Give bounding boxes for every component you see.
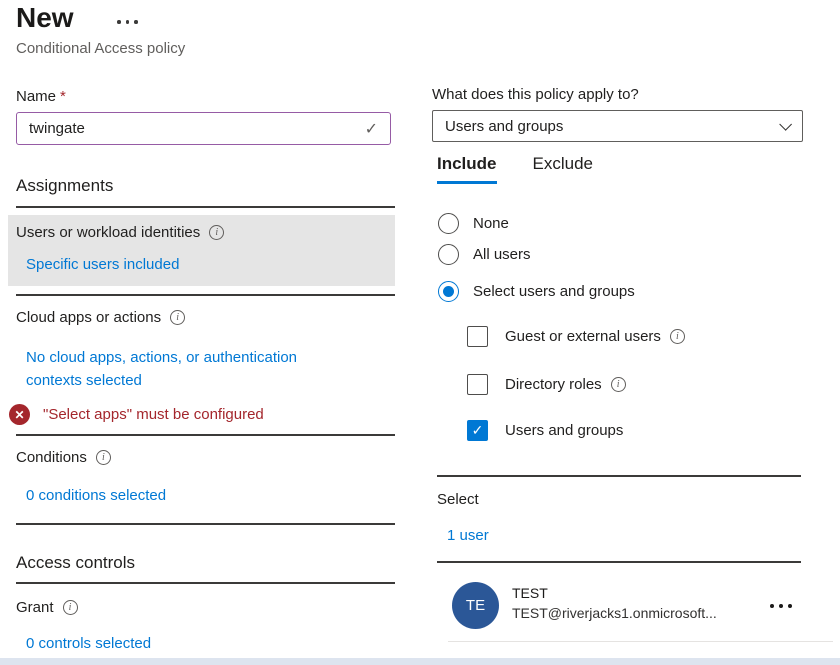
cloud-apps-link[interactable]: No cloud apps, actions, or authenticatio… [26, 346, 346, 392]
radio-none[interactable]: None [438, 213, 509, 234]
page-subtitle: Conditional Access policy [16, 40, 185, 57]
radio-selected-icon [438, 281, 459, 302]
cloud-apps-label-row: Cloud apps or actions i [16, 309, 185, 326]
radio-circle-icon [438, 244, 459, 265]
grant-label-row: Grant i [16, 599, 78, 616]
required-asterisk: * [60, 88, 66, 105]
divider [437, 561, 801, 563]
users-identities-label: Users or workload identities [16, 224, 200, 241]
error-message: "Select apps" must be configured [43, 406, 264, 423]
info-icon[interactable]: i [209, 225, 224, 240]
apply-to-dropdown-value: Users and groups [445, 118, 779, 135]
info-icon[interactable]: i [170, 310, 185, 325]
user-name: TEST [512, 585, 548, 601]
info-icon[interactable]: i [63, 600, 78, 615]
include-exclude-tabs: Include Exclude [437, 154, 593, 184]
tab-include[interactable]: Include [437, 154, 497, 184]
radio-select-users-groups[interactable]: Select users and groups [438, 281, 635, 302]
divider [448, 641, 833, 642]
radio-circle-icon [438, 213, 459, 234]
chevron-down-icon [779, 118, 792, 131]
users-identities-section[interactable]: Users or workload identities i Specific … [8, 215, 395, 286]
user-email: TEST@riverjacks1.onmicrosoft... [512, 605, 717, 621]
divider [16, 294, 395, 296]
radio-all-users-label: All users [473, 246, 531, 263]
grant-link[interactable]: 0 controls selected [26, 635, 151, 652]
specific-users-link[interactable]: Specific users included [26, 256, 179, 273]
grant-label: Grant [16, 599, 54, 616]
checkbox-users-groups-label: Users and groups [505, 422, 623, 439]
conditions-label-row: Conditions i [16, 449, 111, 466]
name-field-label: Name* [16, 88, 66, 105]
divider [16, 523, 395, 525]
users-identities-label-row: Users or workload identities i [16, 224, 224, 241]
select-section-label: Select [437, 491, 479, 508]
checkbox-guest-external-users[interactable]: Guest or external users i [467, 326, 685, 347]
name-label-text: Name [16, 88, 56, 105]
error-icon: ✕ [9, 404, 30, 425]
checkbox-guest-external-users-label: Guest or external users [505, 328, 661, 345]
checkbox-unchecked-icon [467, 326, 488, 347]
conditions-link[interactable]: 0 conditions selected [26, 487, 166, 504]
valid-check-icon: ✓ [365, 119, 378, 139]
divider [16, 434, 395, 436]
radio-none-label: None [473, 215, 509, 232]
checkbox-checked-icon: ✓ [467, 420, 488, 441]
conditions-label: Conditions [16, 449, 87, 466]
info-icon[interactable]: i [670, 329, 685, 344]
info-icon[interactable]: i [96, 450, 111, 465]
select-apps-error: ✕ "Select apps" must be configured [9, 404, 264, 425]
user-more-menu-icon[interactable] [766, 600, 796, 612]
access-controls-heading: Access controls [16, 553, 135, 573]
divider [16, 206, 395, 208]
divider [437, 475, 801, 477]
divider [16, 582, 395, 584]
radio-all-users[interactable]: All users [438, 244, 531, 265]
policy-name-input[interactable]: twingate ✓ [16, 112, 391, 145]
apply-to-dropdown[interactable]: Users and groups [432, 110, 803, 142]
radio-select-users-groups-label: Select users and groups [473, 283, 635, 300]
selected-users-link[interactable]: 1 user [447, 527, 489, 544]
tab-exclude[interactable]: Exclude [533, 154, 593, 184]
bottom-edge-strip [0, 658, 840, 665]
assignments-heading: Assignments [16, 176, 113, 196]
policy-name-value: twingate [29, 120, 365, 137]
cloud-apps-label: Cloud apps or actions [16, 309, 161, 326]
apply-to-question-label: What does this policy apply to? [432, 86, 639, 103]
checkbox-users-groups[interactable]: ✓ Users and groups [467, 420, 623, 441]
checkbox-unchecked-icon [467, 374, 488, 395]
checkbox-directory-roles-label: Directory roles [505, 376, 602, 393]
conditional-access-new-policy-pane: New Conditional Access policy Name* twin… [0, 0, 840, 665]
checkbox-directory-roles[interactable]: Directory roles i [467, 374, 626, 395]
more-menu-icon[interactable] [117, 20, 138, 24]
info-icon[interactable]: i [611, 377, 626, 392]
avatar: TE [452, 582, 499, 629]
page-title: New [16, 2, 74, 34]
